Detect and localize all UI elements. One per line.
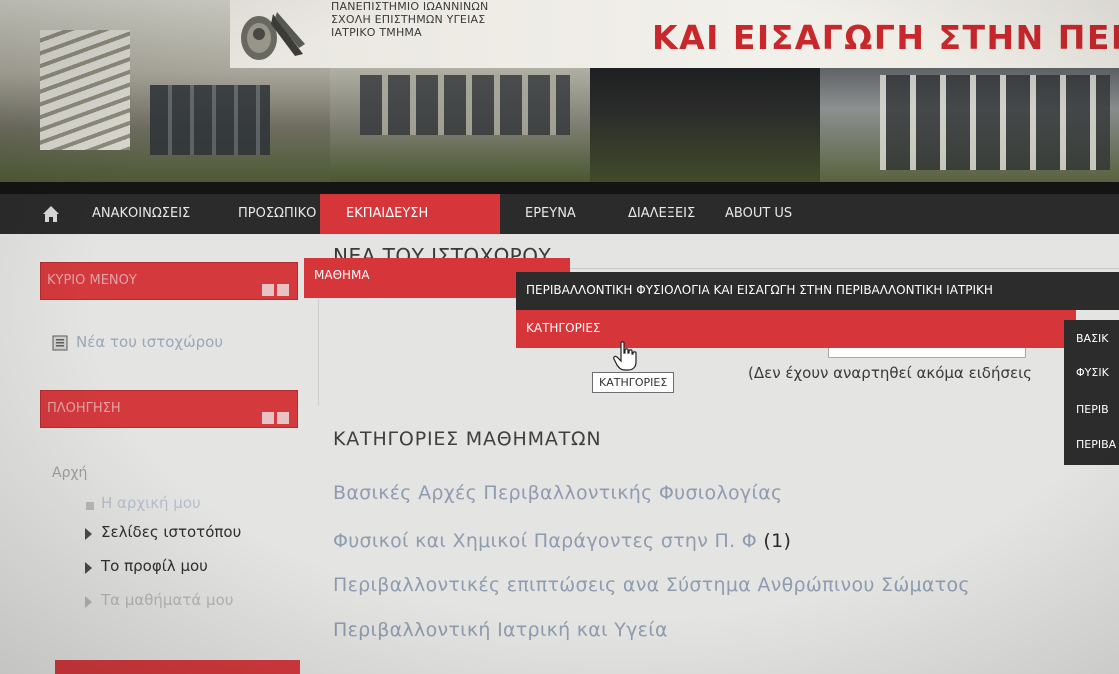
school-name-block: ΠΑΝΕΠΙΣΤΗΜΙΟ ΙΩΑΝΝΙΝΩΝ ΣΧΟΛΗ ΕΠΙΣΤΗΜΩΝ Υ… bbox=[331, 0, 571, 39]
banner-course-title: ΚΑΙ ΕΙΣΑΓΩΓΗ ΣΤΗΝ ΠΕΡΙΒ bbox=[652, 18, 1119, 57]
category-name[interactable]: Περιβαλλοντική Ιατρική και Υγεία bbox=[333, 619, 668, 641]
category-link[interactable]: Περιβαλλοντική Ιατρική και Υγεία bbox=[333, 619, 668, 641]
block-header-partial bbox=[55, 660, 300, 674]
category-course-count: (1) bbox=[763, 530, 792, 552]
browser-viewport: ΠΑΝΕΠΙΣΤΗΜΙΟ ΙΩΑΝΝΙΝΩΝ ΣΧΟΛΗ ΕΠΙΣΤΗΜΩΝ Υ… bbox=[0, 0, 1119, 674]
department-name: ΙΑΤΡΙΚΟ ΤΜΗΜΑ bbox=[331, 26, 422, 39]
nav-tree-home[interactable]: Αρχή bbox=[52, 465, 87, 481]
nav-tree-my-profile[interactable]: Το προφίλ μου bbox=[101, 557, 208, 575]
nav-tree-my-home[interactable]: Η αρχική μου bbox=[101, 494, 201, 512]
block-navigation-header[interactable]: ΠΛΟΗΓΗΣΗ bbox=[40, 390, 298, 428]
category-name[interactable]: Βασικές Αρχές Περιβαλλοντικής Φυσιολογία… bbox=[333, 482, 782, 504]
navbar-top-edge bbox=[0, 182, 1119, 194]
nav-item-staff[interactable]: ΠΡΟΣΩΠΙΚΟ bbox=[238, 194, 316, 234]
block-hide-icon[interactable] bbox=[277, 412, 289, 424]
category-name[interactable]: Περιβαλλοντικές επιπτώσεις ανα Σύστημα Α… bbox=[333, 574, 970, 596]
block-controls[interactable] bbox=[259, 275, 289, 296]
dropdown-item-categories[interactable]: ΚΑΤΗΓΟΡΙΕΣ bbox=[516, 310, 1076, 348]
news-icon bbox=[52, 335, 68, 351]
tooltip: ΚΑΤΗΓΟΡΙΕΣ bbox=[592, 372, 675, 393]
nav-tree-my-courses[interactable]: Τα μαθήματά μου bbox=[101, 591, 233, 609]
banner-photo-dark-section bbox=[590, 60, 820, 182]
block-dock-icon[interactable] bbox=[262, 284, 274, 296]
nav-item-research[interactable]: ΕΡΕΥΝΑ bbox=[525, 194, 576, 234]
category-name[interactable]: Φυσικοί και Χημικοί Παράγοντες στην Π. Φ bbox=[333, 530, 757, 552]
expand-arrow-icon[interactable] bbox=[85, 528, 92, 540]
sidebar-link-site-news[interactable]: Νέα του ιστοχώρου bbox=[76, 333, 223, 351]
block-hide-icon[interactable] bbox=[277, 284, 289, 296]
block-controls[interactable] bbox=[259, 403, 289, 424]
nav-item-education-label[interactable]: ΕΚΠΑΙΔΕΥΣΗ bbox=[346, 194, 428, 234]
dropdown-submenu-categories: ΒΑΣΙΚ ΦΥΣΙΚ ΠΕΡΙΒ ΠΕΡΙΒΑ bbox=[1064, 320, 1119, 465]
block-dock-icon[interactable] bbox=[262, 412, 274, 424]
site-banner: ΠΑΝΕΠΙΣΤΗΜΙΟ ΙΩΑΝΝΙΝΩΝ ΣΧΟΛΗ ΕΠΙΣΤΗΜΩΝ Υ… bbox=[0, 0, 1119, 182]
dropdown-level1-label[interactable]: ΜΑΘΗΜΑ bbox=[314, 268, 370, 282]
banner-photo-stairs bbox=[40, 30, 130, 150]
submenu-item[interactable]: ΒΑΣΙΚ bbox=[1076, 332, 1108, 345]
banner-photo-windows bbox=[360, 75, 570, 135]
dropdown-categories-label[interactable]: ΚΑΤΗΓΟΡΙΕΣ bbox=[526, 321, 601, 335]
university-emblem-icon[interactable] bbox=[233, 4, 307, 66]
nav-tree-site-pages[interactable]: Σελίδες ιστοτόπου bbox=[101, 523, 241, 541]
submenu-item[interactable]: ΦΥΣΙΚ bbox=[1076, 366, 1109, 379]
hand-cursor-icon bbox=[613, 341, 637, 371]
nav-item-about-us[interactable]: ABOUT US bbox=[725, 194, 792, 234]
university-name: ΠΑΝΕΠΙΣΤΗΜΙΟ ΙΩΑΝΝΙΝΩΝ bbox=[331, 0, 489, 13]
square-bullet-icon bbox=[86, 502, 94, 510]
submenu-item[interactable]: ΠΕΡΙΒΑ bbox=[1076, 438, 1116, 451]
banner-photo-windows bbox=[150, 85, 270, 155]
banner-photo-windows bbox=[880, 75, 1110, 170]
category-link[interactable]: Περιβαλλοντικές επιπτώσεις ανα Σύστημα Α… bbox=[333, 574, 970, 596]
category-link[interactable]: Φυσικοί και Χημικοί Παράγοντες στην Π. Φ… bbox=[333, 530, 791, 552]
block-navigation-title: ΠΛΟΗΓΗΣΗ bbox=[47, 401, 121, 416]
nav-item-announcements[interactable]: ΑΝΑΚΟΙΝΩΣΕΙΣ bbox=[92, 194, 190, 234]
expand-arrow-icon[interactable] bbox=[85, 562, 92, 574]
column-divider bbox=[318, 296, 319, 406]
banner-photo-building-right bbox=[820, 60, 1119, 182]
no-news-message: (Δεν έχουν αναρτηθεί ακόμα ειδήσεις bbox=[748, 364, 1032, 382]
block-main-menu-title: ΚΥΡΙΟ ΜΕΝΟΥ bbox=[47, 273, 137, 288]
submenu-item[interactable]: ΠΕΡΙΒ bbox=[1076, 403, 1109, 416]
home-icon[interactable] bbox=[42, 205, 60, 223]
dropdown-course-label[interactable]: ΠΕΡΙΒΑΛΛΟΝΤΙΚΗ ΦΥΣΙΟΛΟΓΙΑ ΚΑΙ ΕΙΣΑΓΩΓΗ Σ… bbox=[526, 283, 993, 297]
nav-item-lectures[interactable]: ΔΙΑΛΕΞΕΙΣ bbox=[628, 194, 695, 234]
expand-arrow-icon[interactable] bbox=[85, 596, 92, 608]
dropdown-item-course[interactable]: ΠΕΡΙΒΑΛΛΟΝΤΙΚΗ ΦΥΣΙΟΛΟΓΙΑ ΚΑΙ ΕΙΣΑΓΩΓΗ Σ… bbox=[516, 272, 1119, 310]
course-categories-heading: ΚΑΤΗΓΟΡΙΕΣ ΜΑΘΗΜΑΤΩΝ bbox=[333, 428, 602, 450]
school-name: ΣΧΟΛΗ ΕΠΙΣΤΗΜΩΝ ΥΓΕΙΑΣ bbox=[331, 13, 486, 26]
category-link[interactable]: Βασικές Αρχές Περιβαλλοντικής Φυσιολογία… bbox=[333, 482, 782, 504]
block-main-menu-header[interactable]: ΚΥΡΙΟ ΜΕΝΟΥ bbox=[40, 262, 298, 300]
banner-photo-building-center bbox=[330, 60, 590, 182]
